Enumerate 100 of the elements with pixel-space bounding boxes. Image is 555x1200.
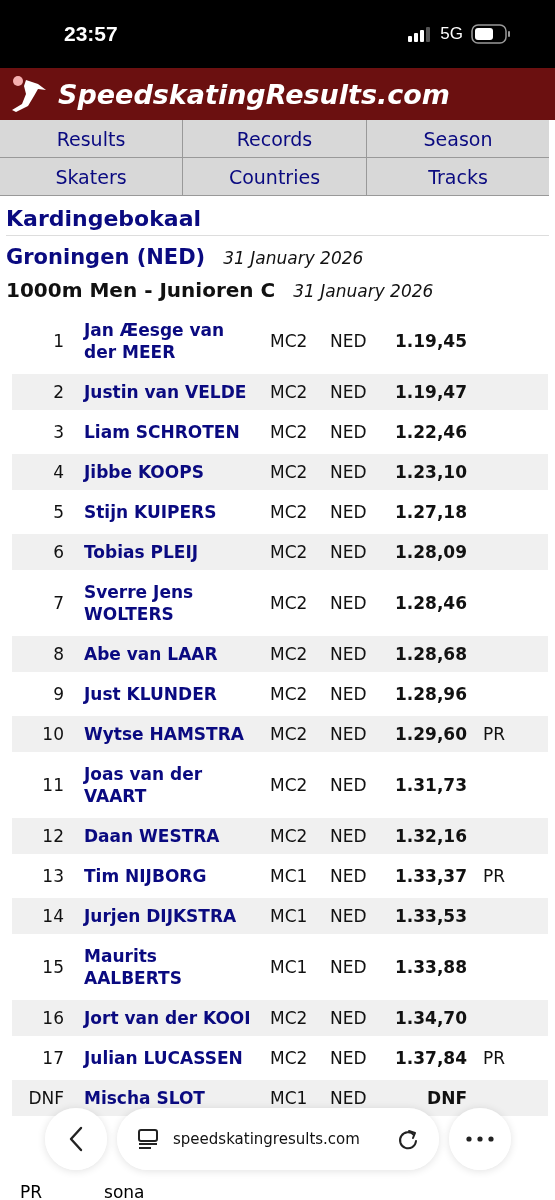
- country-cell-text: NED: [329, 1007, 368, 1029]
- skater-link[interactable]: Abe van LAAR: [70, 643, 260, 665]
- nav-link[interactable]: Results: [0, 120, 183, 157]
- category-cell-text: MC2: [269, 1047, 309, 1069]
- time-cell: 1.19,45: [394, 330, 467, 352]
- reload-icon[interactable]: [397, 1127, 419, 1151]
- rank-cell-text: 2: [53, 381, 65, 403]
- address-bar[interactable]: speedskatingresults.com: [117, 1108, 439, 1170]
- category-cell-text: MC2: [269, 592, 309, 614]
- country-cell-text: NED: [329, 1087, 368, 1109]
- category-cell-text: MC1: [269, 956, 309, 978]
- category-cell-text: MC2: [269, 381, 309, 403]
- time-cell: DNF: [427, 1087, 467, 1109]
- rank-cell-text: DNF: [28, 1087, 65, 1109]
- record-note: PR: [483, 1048, 506, 1068]
- legend-text: PR: [20, 1182, 43, 1200]
- category-cell-text: MC2: [269, 330, 309, 352]
- country-cell-text: NED: [329, 825, 368, 847]
- time-cell: 1.37,84: [394, 1047, 467, 1069]
- time-cell: 1.34,70: [394, 1007, 467, 1029]
- skater-link[interactable]: Stijn KUIPERS: [70, 501, 260, 523]
- skater-link[interactable]: Jurjen DIJKSTRA: [70, 905, 260, 927]
- page-menu-icon: [137, 1128, 159, 1150]
- network-label: 5G: [440, 24, 463, 44]
- skater-link[interactable]: Julian LUCASSEN: [70, 1047, 260, 1069]
- nav-link[interactable]: Records: [183, 120, 367, 157]
- race-title: 1000m Men - Junioren C: [6, 278, 276, 302]
- time-cell: 1.28,96: [394, 683, 467, 705]
- skater-link[interactable]: Mischa SLOT: [70, 1087, 260, 1109]
- category-cell-text: MC2: [269, 541, 309, 563]
- rank-cell-text: 15: [42, 956, 65, 978]
- category-cell-text: MC1: [269, 905, 309, 927]
- time-cell: 1.33,88: [394, 956, 467, 978]
- nav-link[interactable]: Tracks: [367, 157, 549, 195]
- country-cell-text: NED: [329, 541, 368, 563]
- rank-cell-text: 4: [53, 461, 65, 483]
- rank-cell-text: 9: [53, 683, 65, 705]
- url-text: speedskatingresults.com: [173, 1130, 361, 1148]
- skater-link[interactable]: Joas van der VAART: [70, 763, 260, 807]
- rank-cell-text: 3: [53, 421, 65, 443]
- time-cell: 1.31,73: [394, 774, 467, 796]
- time-cell: 1.22,46: [394, 421, 467, 443]
- country-cell-text: NED: [329, 643, 368, 665]
- time-cell: 1.33,37: [394, 865, 467, 887]
- skater-link[interactable]: Just KLUNDER: [70, 683, 260, 705]
- skater-link[interactable]: Jan Æesge van der MEER: [70, 319, 260, 363]
- category-cell-text: MC2: [269, 723, 309, 745]
- country-cell-text: NED: [329, 1047, 368, 1069]
- time-cell: 1.32,16: [394, 825, 467, 847]
- rank-cell-text: 10: [42, 723, 65, 745]
- country-cell-text: NED: [329, 723, 368, 745]
- competition-date: 31 January 2026: [223, 248, 364, 268]
- clock-time: 23:57: [64, 22, 118, 46]
- country-cell-text: NED: [329, 330, 368, 352]
- category-cell-text: MC2: [269, 501, 309, 523]
- country-cell-text: NED: [329, 774, 368, 796]
- nav-link[interactable]: Countries: [183, 157, 367, 195]
- category-cell-text: MC2: [269, 825, 309, 847]
- category-cell-text: MC2: [269, 643, 309, 665]
- time-cell: 1.19,47: [394, 381, 467, 403]
- skater-link[interactable]: Jort van der KOOI: [70, 1007, 260, 1029]
- back-button[interactable]: [45, 1108, 107, 1170]
- site-title[interactable]: SpeedskatingResults.com: [58, 78, 450, 110]
- category-cell-text: MC1: [269, 1087, 309, 1109]
- more-button[interactable]: [449, 1108, 511, 1170]
- skater-link[interactable]: Tobias PLEIJ: [70, 541, 260, 563]
- category-cell-text: MC2: [269, 1007, 309, 1029]
- nav-link[interactable]: Skaters: [0, 157, 183, 195]
- skater-link[interactable]: Liam SCHROTEN: [70, 421, 260, 443]
- category-cell-text: MC2: [269, 683, 309, 705]
- country-cell-text: NED: [329, 421, 368, 443]
- rank-cell-text: 11: [42, 774, 65, 796]
- time-cell: 1.28,09: [394, 541, 467, 563]
- skater-link[interactable]: Wytse HAMSTRA: [70, 723, 260, 745]
- time-cell: 1.28,46: [394, 592, 467, 614]
- time-cell: 1.29,60: [394, 723, 467, 745]
- rank-cell-text: 5: [53, 501, 65, 523]
- category-cell-text: MC2: [269, 774, 309, 796]
- country-cell-text: NED: [329, 956, 368, 978]
- category-cell-text: MC1: [269, 865, 309, 887]
- competition-title[interactable]: Kardingebokaal: [6, 206, 549, 236]
- skater-link[interactable]: Daan WESTRA: [70, 825, 260, 847]
- rank-cell-text: 1: [53, 330, 65, 352]
- legend-text: sona: [104, 1182, 145, 1200]
- rank-cell-text: 12: [42, 825, 65, 847]
- skater-link[interactable]: Maurits AALBERTS: [70, 945, 260, 989]
- record-note: PR: [483, 866, 506, 886]
- nav-link[interactable]: Season: [367, 120, 549, 157]
- skater-link[interactable]: Tim NIJBORG: [70, 865, 260, 887]
- skater-link[interactable]: Justin van VELDE: [70, 381, 260, 403]
- rank-cell-text: 7: [53, 592, 65, 614]
- skater-link[interactable]: Sverre Jens WOLTERS: [70, 581, 260, 625]
- venue-link[interactable]: Groningen (NED): [6, 245, 206, 269]
- signal-icon: [408, 26, 433, 42]
- back-icon: [68, 1126, 84, 1152]
- record-note: PR: [483, 724, 506, 744]
- time-cell: 1.23,10: [394, 461, 467, 483]
- battery-icon: [471, 24, 511, 44]
- category-cell-text: MC2: [269, 461, 309, 483]
- skater-link[interactable]: Jibbe KOOPS: [70, 461, 260, 483]
